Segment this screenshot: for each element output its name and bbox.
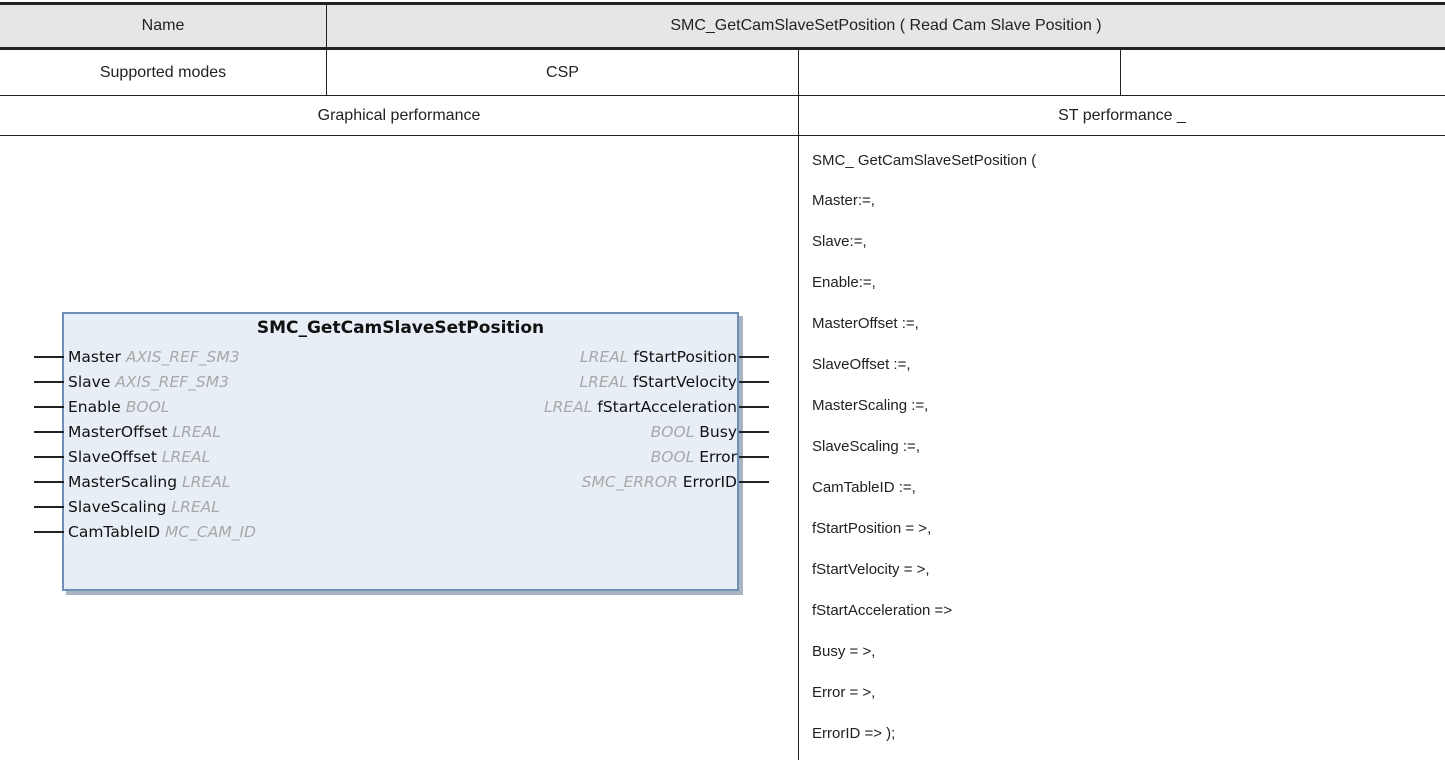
input-type: LREAL bbox=[161, 448, 211, 466]
input-slave-offset: SlaveOffset LREAL bbox=[68, 447, 210, 467]
st-code-line: SMC_ GetCamSlaveSetPosition ( bbox=[812, 152, 1037, 169]
output-name: Error bbox=[699, 448, 737, 466]
modes-extra-cell-2 bbox=[1121, 50, 1445, 95]
output-type: LREAL bbox=[579, 373, 628, 391]
st-code-line: SlaveScaling :=, bbox=[812, 438, 920, 455]
st-code-line: Busy = >, bbox=[812, 643, 876, 660]
output-type: SMC_ERROR bbox=[581, 473, 678, 491]
st-code-line: Enable:=, bbox=[812, 274, 876, 291]
st-code-line: CamTableID :=, bbox=[812, 479, 916, 496]
input-pin-line bbox=[34, 406, 64, 408]
output-f-start-velocity: LREAL fStartVelocity bbox=[579, 372, 737, 392]
output-pin-line bbox=[739, 481, 769, 483]
input-pin-line bbox=[34, 481, 64, 483]
input-pin-line bbox=[34, 531, 64, 533]
st-code-line: ErrorID => ); bbox=[812, 725, 896, 742]
input-cam-table-id: CamTableID MC_CAM_ID bbox=[68, 522, 256, 542]
st-performance-heading: ST performance _ bbox=[1058, 106, 1186, 124]
input-master: Master AXIS_REF_SM3 bbox=[68, 347, 240, 367]
input-pin-line bbox=[34, 356, 64, 358]
graphical-st-divider bbox=[798, 48, 799, 760]
supported-modes-value: CSP bbox=[546, 63, 579, 81]
name-label: Name bbox=[141, 17, 185, 34]
output-type: BOOL bbox=[650, 448, 695, 466]
st-code-line: MasterOffset :=, bbox=[812, 315, 919, 332]
input-type: MC_CAM_ID bbox=[164, 523, 256, 541]
input-master-scaling: MasterScaling LREAL bbox=[68, 472, 230, 492]
st-code-line: Master:=, bbox=[812, 192, 875, 209]
output-name: Busy bbox=[699, 423, 737, 441]
st-code-line: fStartVelocity = >, bbox=[812, 561, 930, 578]
section-divider bbox=[0, 135, 1445, 136]
input-slave-scaling: SlaveScaling LREAL bbox=[68, 497, 220, 517]
output-pin-line bbox=[739, 356, 769, 358]
input-type: AXIS_REF_SM3 bbox=[115, 373, 229, 391]
output-type: LREAL bbox=[579, 348, 629, 366]
input-type: LREAL bbox=[182, 473, 231, 491]
input-type: AXIS_REF_SM3 bbox=[125, 348, 240, 366]
output-error: BOOL Error bbox=[651, 447, 737, 467]
output-f-start-position: LREAL fStartPosition bbox=[580, 347, 737, 367]
output-type: BOOL bbox=[650, 423, 695, 441]
function-block-title: SMC_GetCamSlaveSetPosition bbox=[256, 318, 545, 338]
output-error-id: SMC_ERROR ErrorID bbox=[582, 472, 737, 492]
input-type: LREAL bbox=[172, 423, 221, 441]
input-name: MasterScaling bbox=[68, 473, 178, 491]
input-pin-line bbox=[34, 456, 64, 458]
output-busy: BOOL Busy bbox=[651, 422, 737, 442]
input-name: SlaveOffset bbox=[68, 448, 157, 466]
st-code-line: MasterScaling :=, bbox=[812, 397, 929, 414]
st-code-line: fStartPosition = >, bbox=[812, 520, 932, 537]
output-pin-line bbox=[739, 381, 769, 383]
input-type: LREAL bbox=[171, 498, 220, 516]
output-name: fStartVelocity bbox=[632, 373, 737, 391]
output-pin-line bbox=[739, 431, 769, 433]
input-name: Master bbox=[68, 348, 121, 366]
output-f-start-acceleration: LREAL fStartAcceleration bbox=[544, 397, 737, 417]
input-master-offset: MasterOffset LREAL bbox=[68, 422, 221, 442]
input-name: CamTableID bbox=[68, 523, 161, 541]
output-name: ErrorID bbox=[682, 473, 737, 491]
input-name: Slave bbox=[68, 373, 111, 391]
supported-modes-label: Supported modes bbox=[99, 63, 227, 81]
input-name: SlaveScaling bbox=[68, 498, 167, 516]
function-title: SMC_GetCamSlaveSetPosition ( Read Cam Sl… bbox=[670, 17, 1102, 34]
input-pin-line bbox=[34, 381, 64, 383]
input-type: BOOL bbox=[125, 398, 170, 416]
output-pin-line bbox=[739, 406, 769, 408]
input-pin-line bbox=[34, 506, 64, 508]
st-code-line: Slave:=, bbox=[812, 233, 867, 250]
input-enable: Enable BOOL bbox=[68, 397, 169, 417]
st-code-line: Error = >, bbox=[812, 684, 876, 701]
modes-extra-cell-1 bbox=[799, 50, 1120, 95]
output-pin-line bbox=[739, 456, 769, 458]
input-name: Enable bbox=[68, 398, 121, 416]
output-name: fStartPosition bbox=[633, 348, 737, 366]
input-pin-line bbox=[34, 431, 64, 433]
graphical-performance-heading: Graphical performance bbox=[317, 106, 481, 124]
st-code-line: SlaveOffset :=, bbox=[812, 356, 911, 373]
output-type: LREAL bbox=[543, 398, 593, 416]
input-name: MasterOffset bbox=[68, 423, 168, 441]
output-name: fStartAcceleration bbox=[597, 398, 737, 416]
st-code-line: fStartAcceleration => bbox=[812, 602, 953, 619]
input-slave: Slave AXIS_REF_SM3 bbox=[68, 372, 229, 392]
